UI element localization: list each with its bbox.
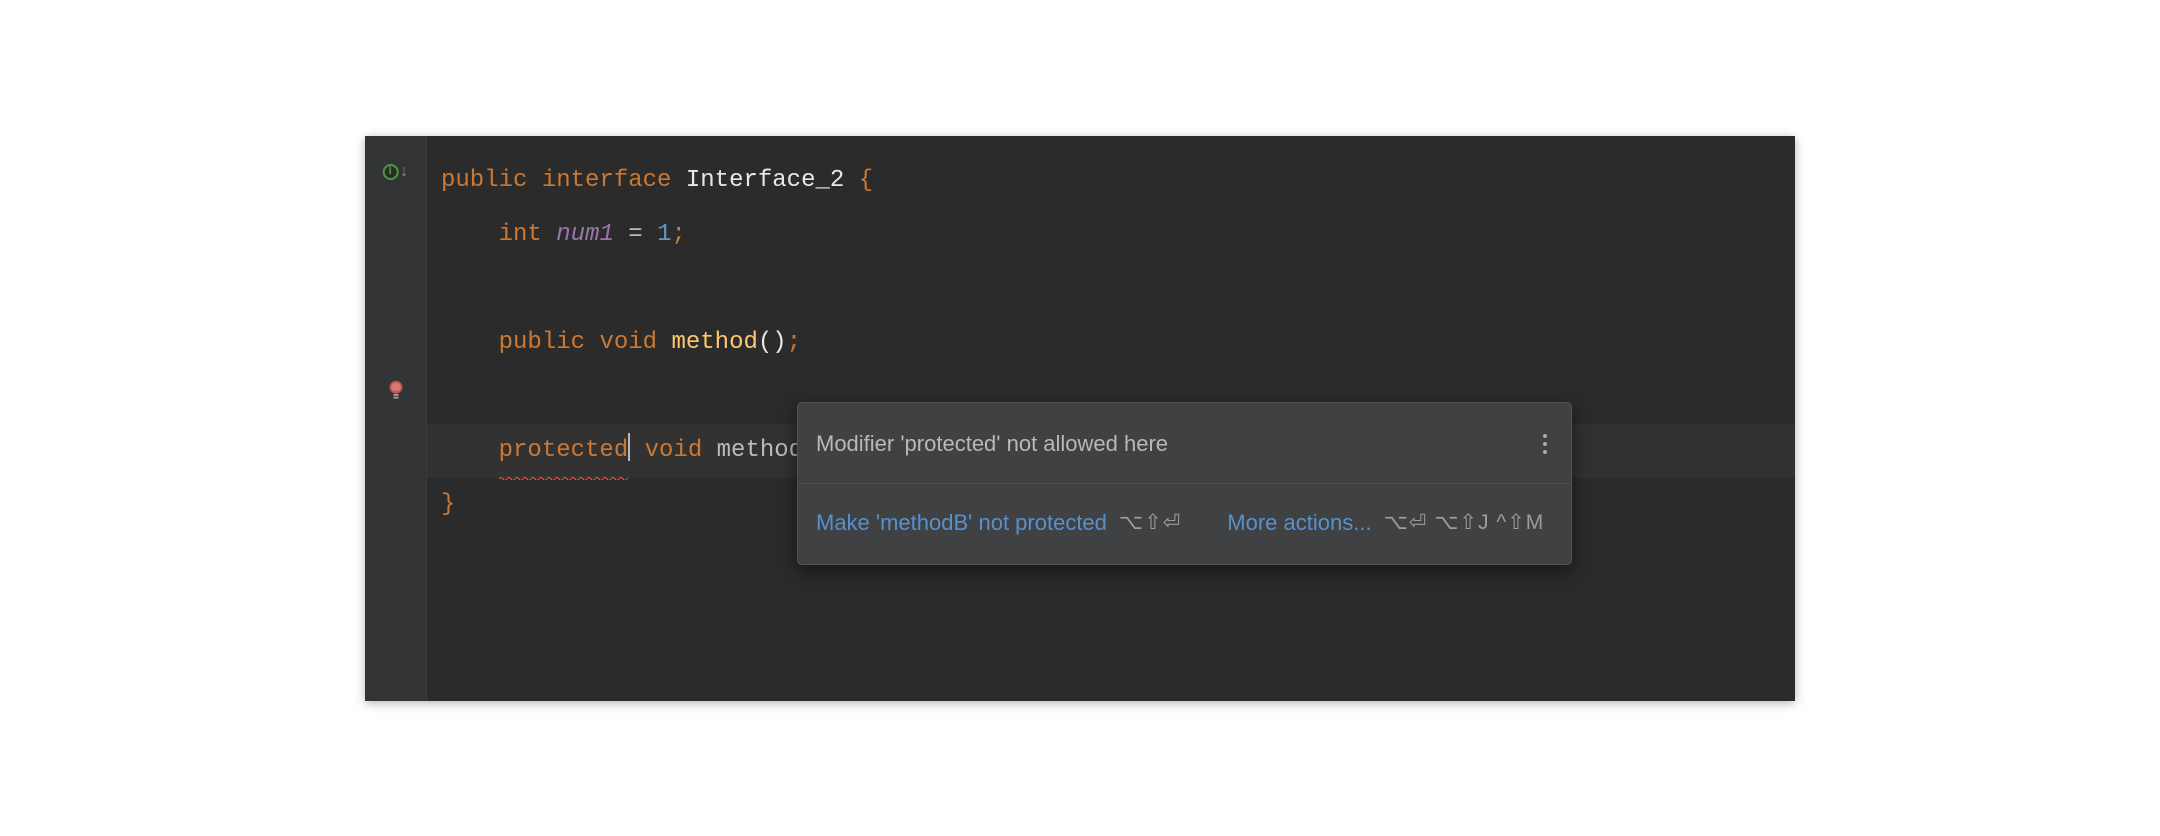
more-vertical-icon[interactable] — [1535, 434, 1555, 454]
class-name: Interface_2 — [686, 167, 844, 194]
editor-gutter: I ↓ — [365, 136, 427, 701]
error-message: Modifier 'protected' not allowed here — [816, 417, 1168, 471]
code-line-blank[interactable] — [427, 262, 1795, 316]
intention-popup: Modifier 'protected' not allowed here Ma… — [797, 402, 1572, 565]
brace-close: } — [441, 491, 455, 518]
number-literal: 1 — [657, 221, 671, 248]
keyword-void: void — [599, 329, 657, 356]
type-int: int — [499, 221, 542, 248]
equals: = — [628, 221, 642, 248]
field-name: num1 — [556, 221, 614, 248]
semicolon: ; — [787, 329, 801, 356]
quickfix-make-not-protected[interactable]: Make 'methodB' not protected — [816, 496, 1107, 550]
code-line[interactable]: public void method(); — [427, 316, 1795, 370]
brace-open: { — [859, 167, 873, 194]
text-caret — [628, 433, 630, 461]
keyword-public: public — [441, 167, 527, 194]
code-line[interactable]: int num1 = 1; — [427, 208, 1795, 262]
keyword-protected-error: protected — [499, 424, 629, 478]
popup-actions-row: Make 'methodB' not protected ⌥⇧⏎ More ac… — [798, 484, 1571, 564]
code-line[interactable]: public interface Interface_2 { — [427, 154, 1795, 208]
more-actions-link[interactable]: More actions... — [1227, 496, 1371, 550]
implemented-down-icon[interactable]: I ↓ — [382, 164, 409, 180]
error-intention-bulb-icon[interactable] — [385, 378, 407, 400]
popup-header: Modifier 'protected' not allowed here — [798, 403, 1571, 483]
keyword-void: void — [645, 437, 703, 464]
shortcut-label: ⌥⏎ ⌥⇧J ^⇧M — [1384, 496, 1545, 550]
method-name: method — [671, 329, 757, 356]
parens: () — [758, 329, 787, 356]
shortcut-label: ⌥⇧⏎ — [1119, 496, 1181, 550]
keyword-public: public — [499, 329, 585, 356]
code-editor[interactable]: I ↓ public interface Interface_2 { int n… — [365, 136, 1795, 701]
semicolon: ; — [671, 221, 685, 248]
editor-content[interactable]: public interface Interface_2 { int num1 … — [427, 136, 1795, 701]
keyword-interface: interface — [542, 167, 672, 194]
